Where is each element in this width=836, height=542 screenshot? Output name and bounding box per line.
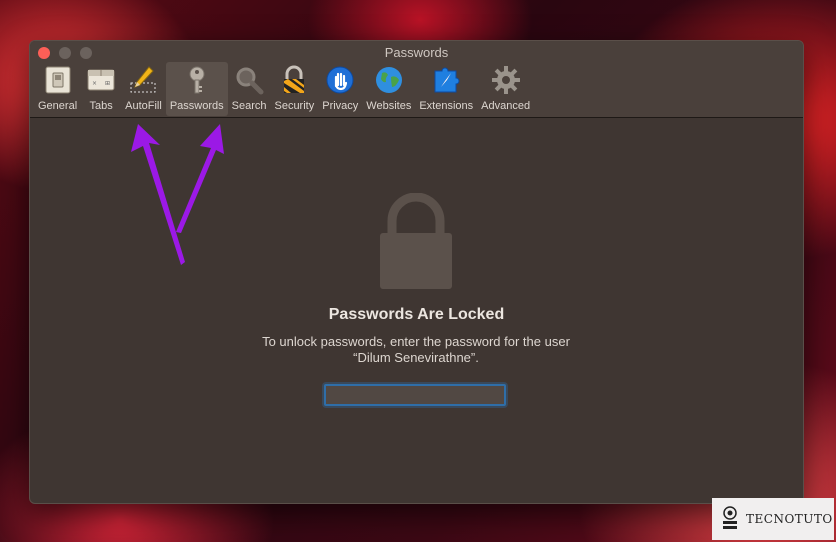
large-lock-icon (380, 193, 452, 289)
tab-extensions[interactable]: Extensions (415, 62, 477, 116)
padlock-icon (278, 64, 310, 96)
title-bar: Passwords General × ⊞ Tabs AutoFill Pass… (30, 41, 803, 118)
tab-security[interactable]: Security (270, 62, 318, 116)
gear-icon (490, 64, 522, 96)
tab-advanced[interactable]: Advanced (477, 62, 534, 116)
preferences-toolbar: General × ⊞ Tabs AutoFill Passwords Sear… (34, 62, 534, 116)
tab-privacy[interactable]: Privacy (318, 62, 362, 116)
tab-general[interactable]: General (34, 62, 81, 116)
hand-icon (324, 64, 356, 96)
locked-message: To unlock passwords, enter the password … (262, 334, 570, 365)
preferences-window: Passwords General × ⊞ Tabs AutoFill Pass… (29, 40, 804, 504)
watermark-logo: TECNOTUTO (712, 498, 834, 540)
passwords-pane: Passwords Are Locked To unlock passwords… (30, 118, 803, 503)
svg-text:⊞: ⊞ (105, 80, 110, 87)
tab-tabs[interactable]: × ⊞ Tabs (81, 62, 121, 116)
magnifier-icon (233, 64, 265, 96)
tab-websites[interactable]: Websites (362, 62, 415, 116)
tab-search[interactable]: Search (228, 62, 271, 116)
watermark-icon (723, 506, 737, 529)
autofill-pencil-icon (127, 64, 159, 96)
globe-icon (373, 64, 405, 96)
tabs-icon: × ⊞ (85, 64, 117, 96)
general-switch-icon (42, 64, 74, 96)
tab-autofill[interactable]: AutoFill (121, 62, 166, 116)
unlock-password-field[interactable] (324, 384, 506, 406)
puzzle-compass-icon (430, 64, 462, 96)
key-icon (181, 64, 213, 96)
watermark-text: TECNOTUTO (746, 512, 833, 526)
tab-passwords[interactable]: Passwords (165, 62, 228, 116)
locked-title: Passwords Are Locked (328, 306, 505, 323)
svg-text:×: × (92, 80, 97, 87)
window-title: Passwords (384, 45, 449, 60)
